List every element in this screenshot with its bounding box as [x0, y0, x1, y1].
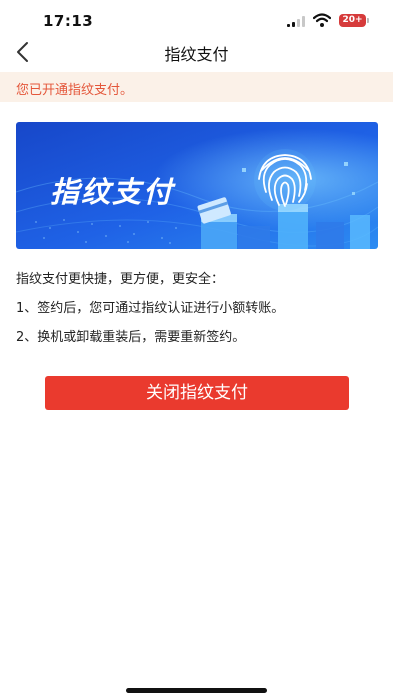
navigation-bar: 指纹支付 [0, 34, 393, 70]
status-time: 17:13 [43, 12, 94, 30]
battery-icon: 20+ [339, 14, 369, 27]
home-indicator[interactable] [126, 688, 267, 693]
wifi-icon [313, 13, 331, 27]
description-line: 指纹支付更快捷，更方便，更安全： [16, 272, 225, 287]
page-title: 指纹支付 [164, 45, 229, 64]
banner-illustration: 指纹支付 [16, 122, 378, 249]
close-fingerprint-payment-button[interactable]: 关闭指纹支付 [45, 376, 349, 410]
cellular-signal-icon [287, 16, 305, 27]
description-line: 1、签约后，您可通过指纹认证进行小额转账。 [16, 301, 285, 316]
fingerprint-banner: 指纹支付 [16, 122, 378, 249]
notice-text: 您已开通指纹支付。 [16, 83, 134, 98]
banner-title: 指纹支付 [50, 176, 176, 209]
description-line: 2、换机或卸载重装后，需要重新签约。 [16, 330, 246, 345]
notice-bar: 您已开通指纹支付。 [0, 72, 393, 102]
